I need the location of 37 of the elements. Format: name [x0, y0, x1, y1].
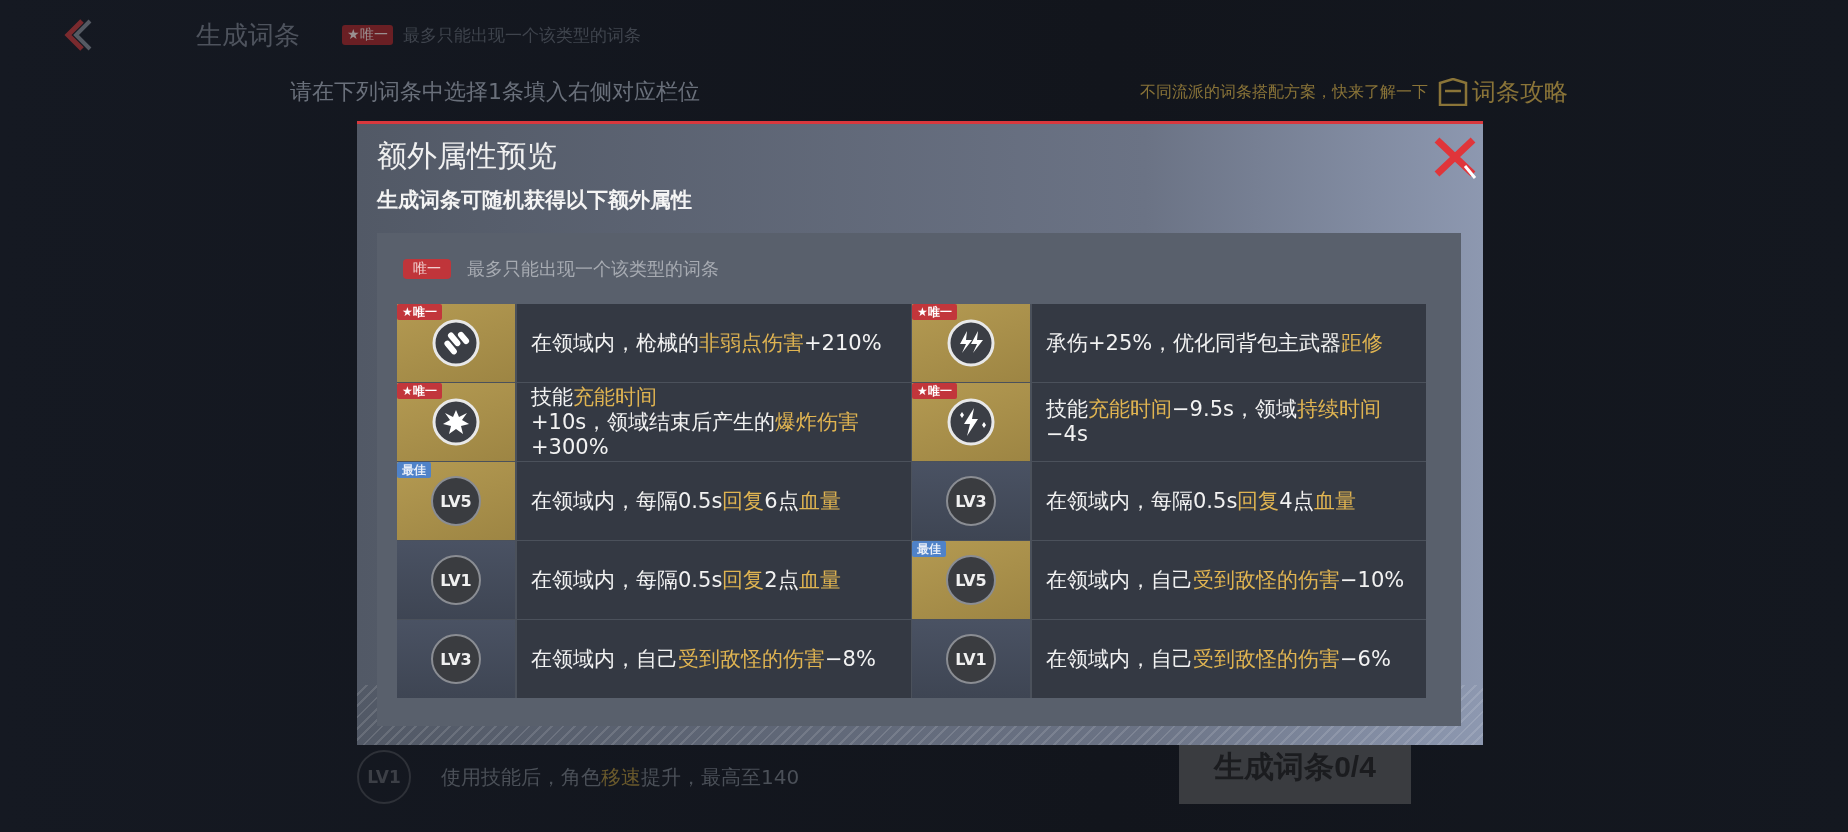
guide-link[interactable]: 词条攻略 [1438, 76, 1568, 108]
best-badge: 最佳 [912, 541, 946, 557]
entry-text: 在领域内，每隔0.5s回复4点血量 [1032, 462, 1426, 540]
unique-badge: 唯一 [403, 258, 451, 279]
level-icon: LV3 [431, 634, 481, 684]
level-icon: LV3 [946, 476, 996, 526]
unique-badge: ★唯一 [397, 304, 442, 320]
dialog-subtitle: 生成词条可随机获得以下额外属性 [375, 187, 693, 214]
entry-text: 在领域内，自己受到敌怪的伤害−8% [517, 620, 911, 698]
entry-text: 在领域内，枪械的非弱点伤害+210% [517, 304, 911, 382]
guide-hint: 不同流派的词条搭配方案，快来了解一下 [1140, 81, 1428, 103]
level-icon: LV5 [431, 476, 481, 526]
legend-text: 最多只能出现一个该类型的词条 [467, 256, 719, 281]
best-badge: 最佳 [397, 462, 431, 478]
skill-icon [947, 398, 995, 446]
dialog-title: 额外属性预览 [376, 137, 557, 175]
entry-text: 技能充能时间 +10s，领域结束后产生的爆炸伤害 +300% [517, 383, 911, 461]
entry-text: 在领域内，每隔0.5s回复6点血量 [517, 462, 911, 540]
unique-badge: ★唯一 [342, 25, 393, 45]
level-icon: LV5 [946, 555, 996, 605]
skill-icon [432, 319, 480, 367]
entry-text: 使用技能后，角色移速提升，最高至140 [441, 763, 800, 791]
book-icon [1438, 78, 1468, 106]
unique-badge: ★唯一 [397, 383, 442, 399]
instruction-text: 请在下列词条中选择1条填入右侧对应栏位 [290, 78, 700, 106]
entry-text: 在领域内，自己受到敌怪的伤害−10% [1032, 541, 1426, 619]
entry-text: 在领域内，自己受到敌怪的伤害−6% [1032, 620, 1426, 698]
entry-text: 在领域内，每隔0.5s回复2点血量 [517, 541, 911, 619]
skill-icon [432, 398, 480, 446]
unique-badge: ★唯一 [912, 304, 957, 320]
skill-icon [947, 319, 995, 367]
entry-text: 承伤+25%，优化同背包主武器距修 [1032, 304, 1426, 382]
entry-text: 技能充能时间−9.5s，领域持续时间 −4s [1032, 383, 1426, 461]
page-title: 生成词条 [196, 18, 300, 52]
level-icon: LV1 [946, 634, 996, 684]
unique-badge: ★唯一 [912, 383, 957, 399]
level-icon: LV1 [431, 555, 481, 605]
